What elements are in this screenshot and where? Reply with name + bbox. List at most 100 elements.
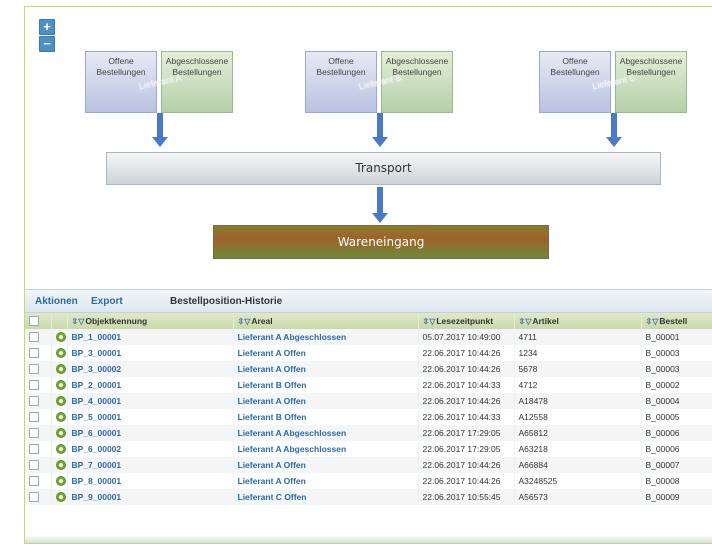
cell-areal[interactable]: Lieferant A Abgeschlossen — [233, 329, 419, 345]
row-checkbox-cell[interactable] — [25, 345, 52, 361]
column-header-areal[interactable]: ⇳▽Areal — [233, 313, 419, 329]
zoom-out-button[interactable]: − — [39, 36, 55, 52]
gear-icon[interactable] — [55, 396, 66, 407]
icon-column-header — [51, 313, 68, 329]
export-button[interactable]: Export — [91, 296, 123, 307]
cell-objektkennung[interactable]: BP_5_00001 — [67, 409, 234, 425]
cell-areal[interactable]: Lieferant A Abgeschlossen — [233, 425, 419, 441]
arrow-down-icon — [372, 187, 388, 223]
cell-objektkennung[interactable]: BP_9_00001 — [67, 489, 234, 505]
row-checkbox-cell[interactable] — [25, 329, 52, 345]
checkbox-icon[interactable] — [29, 348, 39, 359]
checkbox-icon[interactable] — [29, 364, 39, 375]
cell-objektkennung[interactable]: BP_6_00002 — [67, 441, 234, 457]
supplier-c-node[interactable]: Offene Bestellungen Abgeschlossene Beste… — [539, 51, 687, 113]
supplier-b-node[interactable]: Offene Bestellungen Abgeschlossene Beste… — [305, 51, 453, 113]
cell-objektkennung[interactable]: BP_3_00002 — [67, 361, 234, 377]
row-checkbox-cell[interactable] — [25, 377, 52, 393]
table-row[interactable]: BP_2_00001 Lieferant B Offen 22.06.2017 10… — [25, 377, 712, 393]
goods-receipt-node[interactable]: Wareneingang — [213, 225, 549, 259]
row-icon-cell — [51, 409, 68, 425]
gear-icon[interactable] — [55, 380, 66, 391]
cell-areal[interactable]: Lieferant A Offen — [233, 361, 419, 377]
checkbox-icon[interactable] — [29, 380, 39, 391]
cell-objektkennung[interactable]: BP_2_00001 — [67, 377, 234, 393]
arrow-down-icon — [152, 113, 168, 147]
cell-areal[interactable]: Lieferant A Offen — [233, 345, 419, 361]
cell-objektkennung[interactable]: BP_8_00001 — [67, 473, 234, 489]
cell-lesezeitpunkt: 22.06.2017 10:44:33 — [418, 377, 515, 393]
checkbox-icon[interactable] — [29, 444, 39, 455]
cell-areal[interactable]: Lieferant B Offen — [233, 409, 419, 425]
gear-icon[interactable] — [55, 476, 66, 487]
cell-lesezeitpunkt: 22.06.2017 10:44:26 — [418, 473, 515, 489]
cell-bestellung: B_00003 — [641, 361, 712, 377]
sort-filter-icon[interactable]: ⇳▽ — [646, 317, 659, 326]
sort-filter-icon[interactable]: ⇳▽ — [238, 317, 251, 326]
bottom-shadow — [25, 535, 712, 543]
row-checkbox-cell[interactable] — [25, 425, 52, 441]
table-row[interactable]: BP_9_00001 Lieferant C Offen 22.06.2017 10… — [25, 489, 712, 505]
cell-areal[interactable]: Lieferant A Abgeschlossen — [233, 441, 419, 457]
row-checkbox-cell[interactable] — [25, 441, 52, 457]
column-header-bestellung[interactable]: ⇳▽Bestell — [641, 313, 712, 329]
table-row[interactable]: BP_6_00002 Lieferant A Abgeschlossen 22.06… — [25, 441, 712, 457]
table-row[interactable]: BP_3_00002 Lieferant A Offen 22.06.2017 10… — [25, 361, 712, 377]
column-header-artikel[interactable]: ⇳▽Artikel — [514, 313, 642, 329]
cell-objektkennung[interactable]: BP_3_00001 — [67, 345, 234, 361]
cell-bestellung: B_00006 — [641, 441, 712, 457]
select-all-checkbox-cell[interactable] — [25, 313, 52, 329]
cell-lesezeitpunkt: 22.06.2017 17:29:05 — [418, 425, 515, 441]
cell-objektkennung[interactable]: BP_6_00001 — [67, 425, 234, 441]
arrow-down-icon — [372, 113, 388, 147]
checkbox-icon[interactable] — [29, 332, 39, 343]
cell-areal[interactable]: Lieferant A Offen — [233, 457, 419, 473]
gear-icon[interactable] — [55, 364, 66, 375]
gear-icon[interactable] — [55, 332, 66, 343]
column-header-lesezeitpunkt[interactable]: ⇳▽Lesezeitpunkt — [418, 313, 515, 329]
column-header-objektkennung[interactable]: ⇳▽Objektkennung — [67, 313, 234, 329]
sort-filter-icon[interactable]: ⇳▽ — [423, 317, 436, 326]
checkbox-icon[interactable] — [29, 396, 39, 407]
row-checkbox-cell[interactable] — [25, 409, 52, 425]
checkbox-icon[interactable] — [29, 492, 39, 503]
checkbox-icon[interactable] — [29, 460, 39, 471]
checkbox-icon[interactable] — [29, 476, 39, 487]
supplier-a-node[interactable]: Offene Bestellungen Abgeschlossene Beste… — [85, 51, 233, 113]
row-checkbox-cell[interactable] — [25, 457, 52, 473]
cell-areal[interactable]: Lieferant B Offen — [233, 377, 419, 393]
gear-icon[interactable] — [55, 492, 66, 503]
zoom-in-button[interactable]: + — [39, 19, 55, 35]
table-row[interactable]: BP_4_00001 Lieferant A Offen 22.06.2017 10… — [25, 393, 712, 409]
cell-objektkennung[interactable]: BP_1_00001 — [67, 329, 234, 345]
row-checkbox-cell[interactable] — [25, 361, 52, 377]
cell-artikel: A56573 — [514, 489, 642, 505]
sort-filter-icon[interactable]: ⇳▽ — [519, 317, 532, 326]
checkbox-icon[interactable] — [29, 316, 39, 327]
table-row[interactable]: BP_8_00001 Lieferant A Offen 22.06.2017 10… — [25, 473, 712, 489]
table-row[interactable]: BP_1_00001 Lieferant A Abgeschlossen 05.07… — [25, 329, 712, 345]
gear-icon[interactable] — [55, 428, 66, 439]
gear-icon[interactable] — [55, 348, 66, 359]
gear-icon[interactable] — [55, 444, 66, 455]
cell-areal[interactable]: Lieferant A Offen — [233, 473, 419, 489]
table-row[interactable]: BP_5_00001 Lieferant B Offen 22.06.2017 10… — [25, 409, 712, 425]
row-checkbox-cell[interactable] — [25, 473, 52, 489]
actions-menu[interactable]: Aktionen — [35, 296, 78, 307]
table-row[interactable]: BP_6_00001 Lieferant A Abgeschlossen 22.06… — [25, 425, 712, 441]
row-icon-cell — [51, 425, 68, 441]
row-checkbox-cell[interactable] — [25, 393, 52, 409]
cell-areal[interactable]: Lieferant A Offen — [233, 393, 419, 409]
checkbox-icon[interactable] — [29, 412, 39, 423]
checkbox-icon[interactable] — [29, 428, 39, 439]
transport-node[interactable]: Transport — [106, 152, 661, 185]
cell-areal[interactable]: Lieferant C Offen — [233, 489, 419, 505]
table-row[interactable]: BP_7_00001 Lieferant A Offen 22.06.2017 10… — [25, 457, 712, 473]
gear-icon[interactable] — [55, 412, 66, 423]
cell-objektkennung[interactable]: BP_4_00001 — [67, 393, 234, 409]
sort-filter-icon[interactable]: ⇳▽ — [72, 317, 85, 326]
cell-objektkennung[interactable]: BP_7_00001 — [67, 457, 234, 473]
gear-icon[interactable] — [55, 460, 66, 471]
table-row[interactable]: BP_3_00001 Lieferant A Offen 22.06.2017 10… — [25, 345, 712, 361]
row-checkbox-cell[interactable] — [25, 489, 52, 505]
